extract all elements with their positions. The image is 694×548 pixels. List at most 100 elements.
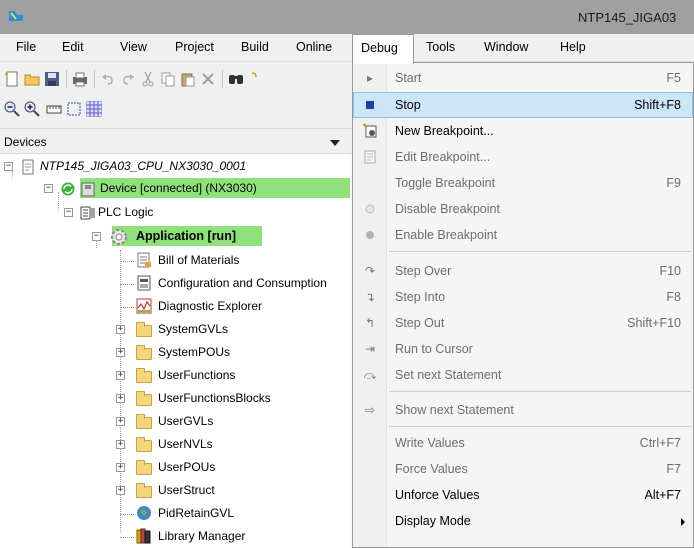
delete-icon[interactable] <box>200 71 216 87</box>
toolbar-secondary <box>0 94 352 124</box>
tree-node-folder[interactable]: + SystemGVLs <box>0 319 300 341</box>
expand-icon[interactable]: + <box>116 463 125 472</box>
toolbar-separator <box>94 70 95 88</box>
menu-item-toggle-breakpoint[interactable]: Toggle Breakpoint F9 <box>353 170 693 196</box>
menu-view[interactable]: View <box>120 40 147 54</box>
cut-icon[interactable] <box>140 71 156 87</box>
menu-item-edit-breakpoint[interactable]: Edit Breakpoint... <box>353 144 693 170</box>
menu-item-step-into[interactable]: ↴ Step Into F8 <box>353 284 693 310</box>
stop-icon <box>362 97 378 113</box>
expand-icon[interactable]: + <box>116 486 125 495</box>
find-icon[interactable] <box>228 71 244 87</box>
menu-debug-open[interactable]: Debug <box>352 34 414 64</box>
menu-file[interactable]: File <box>16 40 36 54</box>
ruler-icon[interactable] <box>46 101 62 117</box>
tree-label: Diagnostic Explorer <box>158 299 263 313</box>
menu-item-new-breakpoint[interactable]: New Breakpoint... <box>353 118 693 144</box>
expand-icon[interactable]: + <box>116 348 125 357</box>
menu-item-enable-breakpoint[interactable]: Enable Breakpoint <box>353 222 693 248</box>
menu-item-run-to-cursor[interactable]: ⇥ Run to Cursor <box>353 336 693 362</box>
menu-separator <box>389 426 691 427</box>
toolbar-separator <box>222 70 223 88</box>
find-next-icon[interactable] <box>248 71 264 87</box>
menu-tools[interactable]: Tools <box>426 40 455 54</box>
tree-node-folder[interactable]: + UserStruct <box>0 480 300 502</box>
menu-item-set-next-statement[interactable]: ⤼ Set next Statement <box>353 362 693 388</box>
tree-node-folder[interactable]: + UserFunctions <box>0 365 300 387</box>
zoom-in-icon[interactable] <box>24 101 40 117</box>
copy-icon[interactable] <box>160 71 176 87</box>
menu-item-label: Step Out <box>395 316 445 330</box>
expand-icon[interactable]: + <box>116 325 125 334</box>
menu-item-unforce-values[interactable]: Unforce Values Alt+F7 <box>353 482 693 508</box>
expand-icon[interactable]: + <box>116 371 125 380</box>
tree-node-diagnostic-explorer[interactable]: Diagnostic Explorer <box>0 296 300 318</box>
menu-edit[interactable]: Edit <box>62 40 84 54</box>
print-icon[interactable] <box>72 71 88 87</box>
tree-label: Configuration and Consumption <box>158 276 327 290</box>
menu-item-disable-breakpoint[interactable]: Disable Breakpoint <box>353 196 693 222</box>
menu-debug[interactable]: Debug <box>361 41 398 55</box>
menu-item-display-mode[interactable]: Display Mode <box>353 508 693 534</box>
redo-icon[interactable] <box>120 71 136 87</box>
menu-help[interactable]: Help <box>560 40 586 54</box>
folder-icon <box>136 483 152 498</box>
menu-item-label: Show next Statement <box>395 403 514 417</box>
device-icon <box>81 182 95 197</box>
grid-icon[interactable] <box>86 101 102 117</box>
new-breakpoint-icon <box>362 123 378 139</box>
menu-item-label: Start <box>395 71 422 85</box>
menu-item-force-values[interactable]: Force Values F7 <box>353 456 693 482</box>
tree-node-device[interactable]: − Device [connected] (NX3030) <box>0 178 350 200</box>
expand-icon[interactable]: + <box>116 440 125 449</box>
tree-node-plc-logic[interactable]: − PLC Logic <box>0 202 300 224</box>
tree-label: UserFunctions <box>158 368 236 382</box>
panel-dropdown-icon[interactable] <box>330 140 340 146</box>
collapse-icon[interactable]: − <box>4 162 13 171</box>
run-to-cursor-icon: ⇥ <box>364 342 376 356</box>
menu-window[interactable]: Window <box>484 40 528 54</box>
tree-node-folder[interactable]: + UserFunctionsBlocks <box>0 388 300 410</box>
open-folder-icon[interactable] <box>24 71 40 87</box>
menu-online[interactable]: Online <box>296 40 332 54</box>
menu-item-label: Disable Breakpoint <box>395 202 500 216</box>
collapse-icon[interactable]: − <box>92 232 101 241</box>
menu-item-step-over[interactable]: ↷ Step Over F10 <box>353 258 693 284</box>
menu-item-shortcut: F7 <box>666 462 681 476</box>
menu-item-label: Set next Statement <box>395 368 502 382</box>
tree-node-pid-retain-gvl[interactable]: PidRetainGVL <box>0 503 300 525</box>
tree-node-library-manager[interactable]: Library Manager <box>0 526 300 548</box>
zoom-out-icon[interactable] <box>4 101 20 117</box>
tree-node-bill-of-materials[interactable]: Bill of Materials <box>0 250 300 272</box>
collapse-icon[interactable]: − <box>64 208 73 217</box>
menu-item-show-next-statement[interactable]: ⇨ Show next Statement <box>353 397 693 423</box>
menu-item-label: Display Mode <box>395 514 471 528</box>
tree-node-configuration[interactable]: Configuration and Consumption <box>0 273 370 295</box>
select-region-icon[interactable] <box>66 101 82 117</box>
tree-node-application[interactable]: − Application [run] <box>0 226 300 248</box>
app-logo-icon <box>9 11 23 21</box>
menu-item-write-values[interactable]: Write Values Ctrl+F7 <box>353 430 693 456</box>
save-icon[interactable] <box>44 71 60 87</box>
expand-icon[interactable]: + <box>116 394 125 403</box>
tree-node-folder[interactable]: + UserPOUs <box>0 457 300 479</box>
menu-item-start[interactable]: ▸ Start F5 <box>353 65 693 91</box>
tree-node-folder[interactable]: + SystemPOUs <box>0 342 300 364</box>
new-file-icon[interactable] <box>4 71 20 87</box>
menu-item-step-out[interactable]: ↰ Step Out Shift+F10 <box>353 310 693 336</box>
tree-node-folder[interactable]: + UserNVLs <box>0 434 300 456</box>
device-tree: − NTP145_JIGA03_CPU_NX3030_0001 − Device… <box>0 154 370 548</box>
menu-item-stop[interactable]: Stop Shift+F8 <box>353 92 693 118</box>
menu-project[interactable]: Project <box>175 40 214 54</box>
tree-node-project[interactable]: − NTP145_JIGA03_CPU_NX3030_0001 <box>0 156 300 178</box>
devices-panel-header: Devices <box>0 128 352 154</box>
tree-label: Application [run] <box>136 229 236 243</box>
paste-icon[interactable] <box>180 71 196 87</box>
menu-item-shortcut: F5 <box>666 71 681 85</box>
menu-item-label: Step Over <box>395 264 452 278</box>
menu-build[interactable]: Build <box>241 40 269 54</box>
tree-node-folder[interactable]: + UserGVLs <box>0 411 300 433</box>
collapse-icon[interactable]: − <box>44 184 53 193</box>
undo-icon[interactable] <box>100 71 116 87</box>
expand-icon[interactable]: + <box>116 417 125 426</box>
